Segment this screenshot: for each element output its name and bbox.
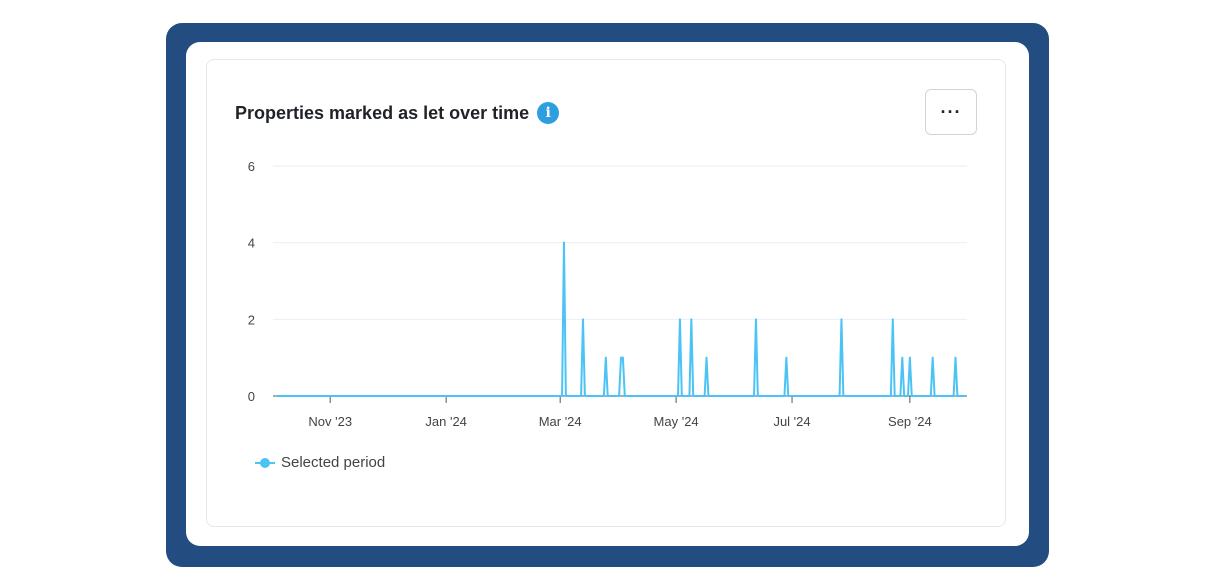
data-point xyxy=(954,356,957,359)
data-point xyxy=(679,318,681,321)
data-point xyxy=(620,356,622,359)
legend-swatch xyxy=(255,457,275,469)
x-tick-label: Nov '23 xyxy=(308,414,352,429)
legend: Selected period xyxy=(255,454,385,471)
data-point xyxy=(909,356,911,359)
y-tick-label: 0 xyxy=(248,389,255,404)
data-point xyxy=(755,318,757,321)
x-tick-label: May '24 xyxy=(654,414,699,429)
data-point xyxy=(604,356,607,359)
data-point xyxy=(840,318,843,321)
x-tick-label: Jul '24 xyxy=(773,414,810,429)
data-point xyxy=(785,356,788,359)
legend-label[interactable]: Selected period xyxy=(281,454,385,471)
frame-border: Properties marked as let over time i ···… xyxy=(166,23,1049,567)
data-point xyxy=(622,356,624,359)
x-tick-label: Jan '24 xyxy=(425,414,467,429)
x-tick-label: Mar '24 xyxy=(539,414,582,429)
x-tick-label: Sep '24 xyxy=(888,414,932,429)
chart-card: Properties marked as let over time i ···… xyxy=(206,59,1006,527)
data-point xyxy=(931,356,934,359)
y-tick-label: 6 xyxy=(248,159,255,174)
data-point xyxy=(901,356,904,359)
data-point xyxy=(705,356,708,359)
y-tick-label: 2 xyxy=(248,312,255,327)
data-point xyxy=(582,318,584,321)
y-tick-label: 4 xyxy=(248,236,255,251)
data-point xyxy=(690,318,693,321)
inner-panel: Properties marked as let over time i ···… xyxy=(186,42,1029,546)
data-point xyxy=(563,241,565,244)
data-point xyxy=(891,318,894,321)
